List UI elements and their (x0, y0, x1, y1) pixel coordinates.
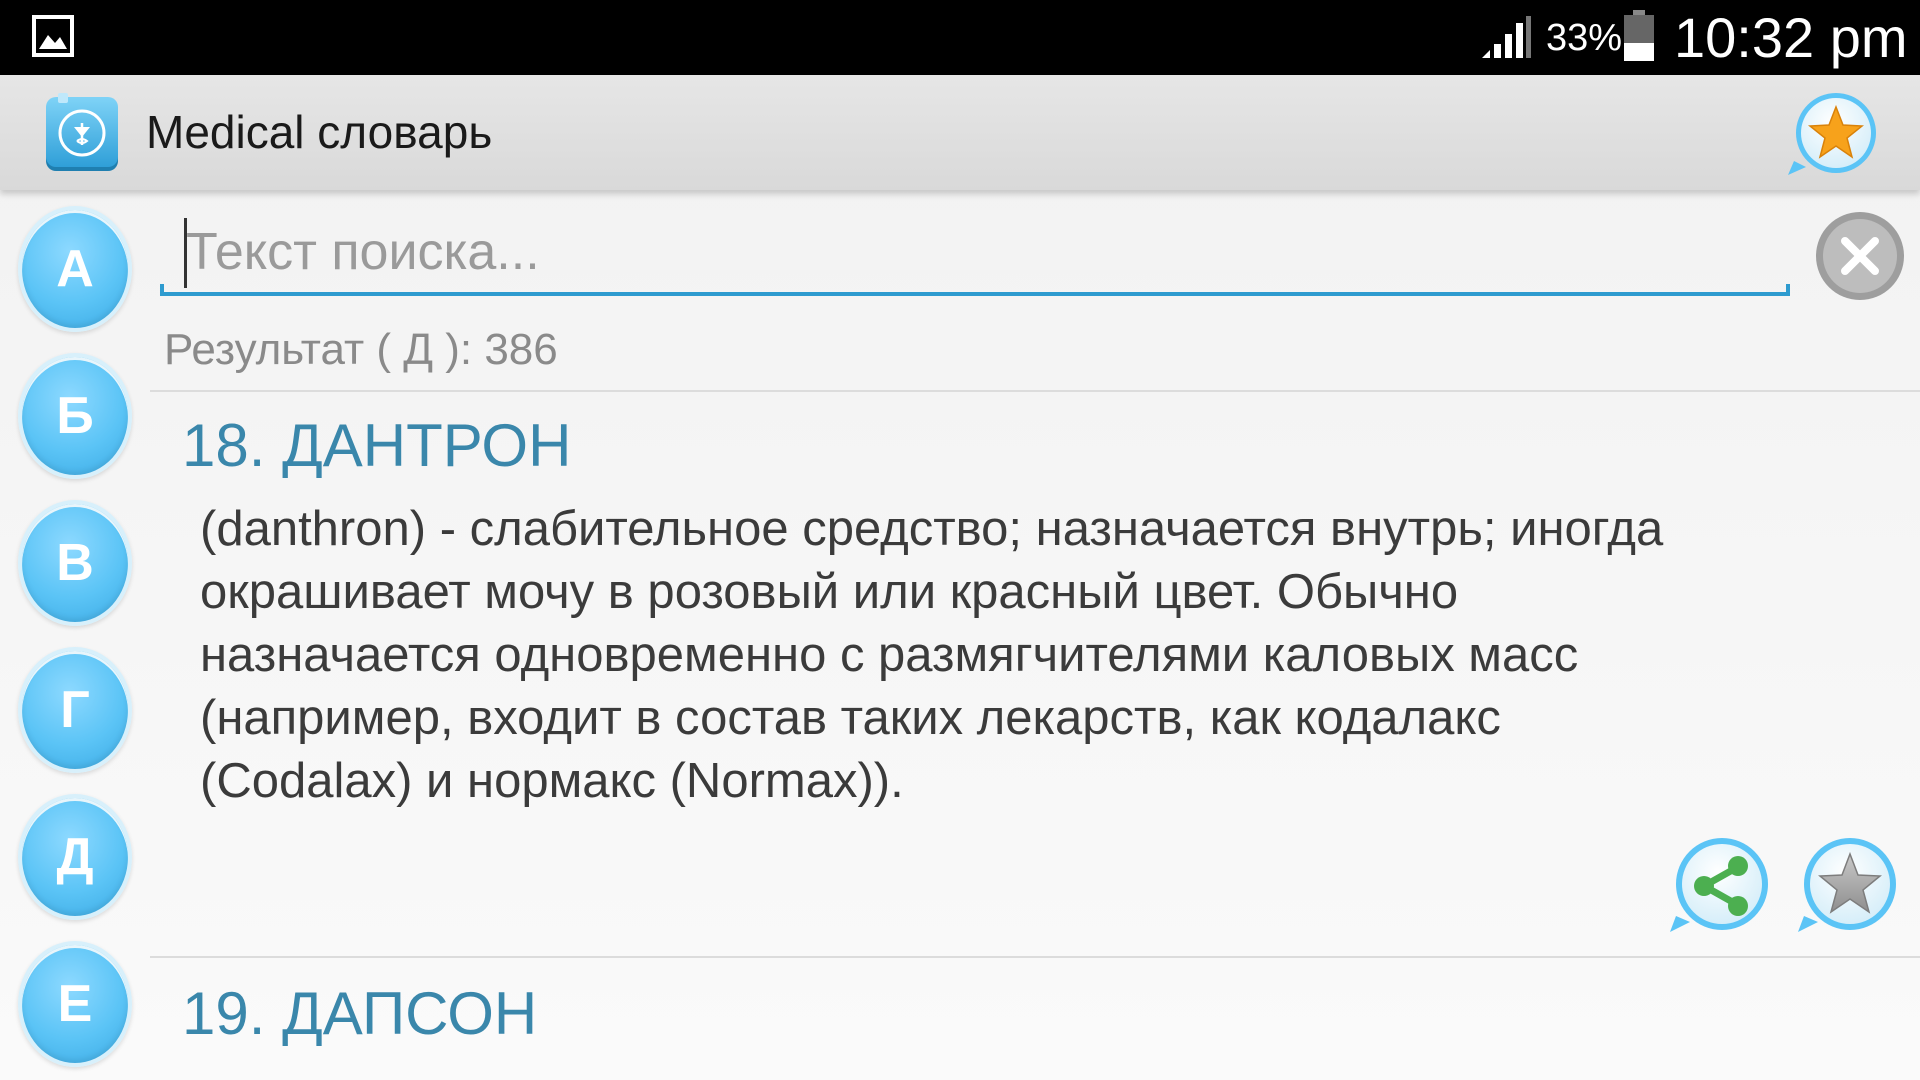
divider (150, 956, 1920, 958)
divider (150, 390, 1920, 392)
entry-title[interactable]: 18. ДАНТРОН (182, 410, 571, 482)
letter-button-v[interactable]: В (18, 500, 132, 626)
definition-line: (danthron) - слабительное средство; назн… (200, 502, 1664, 556)
entry-definition: (danthron) - слабительное средство; назн… (200, 498, 1860, 813)
share-icon[interactable] (1668, 836, 1770, 934)
app-title: Medical словарь (146, 106, 493, 158)
letter-button-g[interactable]: Г (18, 647, 132, 773)
status-time: 10:32 pm (1674, 6, 1908, 69)
action-bar: Medical словарь (0, 75, 1920, 190)
letter-button-b[interactable]: Б (18, 353, 132, 479)
entry-title[interactable]: 19. ДАПСОН (182, 978, 537, 1050)
star-outline-icon[interactable] (1796, 836, 1898, 934)
definition-line: (например, входит в состав таких лекарст… (200, 691, 1501, 745)
screen: 33% 10:32 pm Medical словарь А Б В Г Д Е… (0, 0, 1920, 1080)
definition-line: назначается одновременно с размягчителям… (200, 628, 1579, 682)
close-icon[interactable] (1814, 210, 1906, 302)
letter-button-d[interactable]: Д (18, 794, 132, 920)
signal-icon (1482, 16, 1531, 58)
letter-button-a[interactable]: А (18, 206, 132, 332)
letter-button-e[interactable]: Е (18, 941, 132, 1067)
search-underline (160, 284, 1790, 296)
alphabet-sidebar: А Б В Г Д Е (14, 206, 136, 1080)
search-caret (184, 218, 187, 288)
definition-line: окрашивает мочу в розовый или красный цв… (200, 565, 1459, 619)
favorites-star-icon[interactable] (1786, 91, 1882, 177)
status-bar: 33% 10:32 pm (0, 0, 1920, 75)
battery-percent: 33% (1546, 17, 1623, 59)
search-input[interactable] (162, 212, 1788, 292)
pharmacy-logo-icon[interactable] (44, 93, 122, 173)
gallery-icon (32, 15, 74, 57)
battery-icon (1624, 10, 1654, 61)
definition-line: (Codalax) и нормакс (Normax)). (200, 754, 904, 808)
result-count: Результат ( Д ): 386 (164, 325, 558, 374)
